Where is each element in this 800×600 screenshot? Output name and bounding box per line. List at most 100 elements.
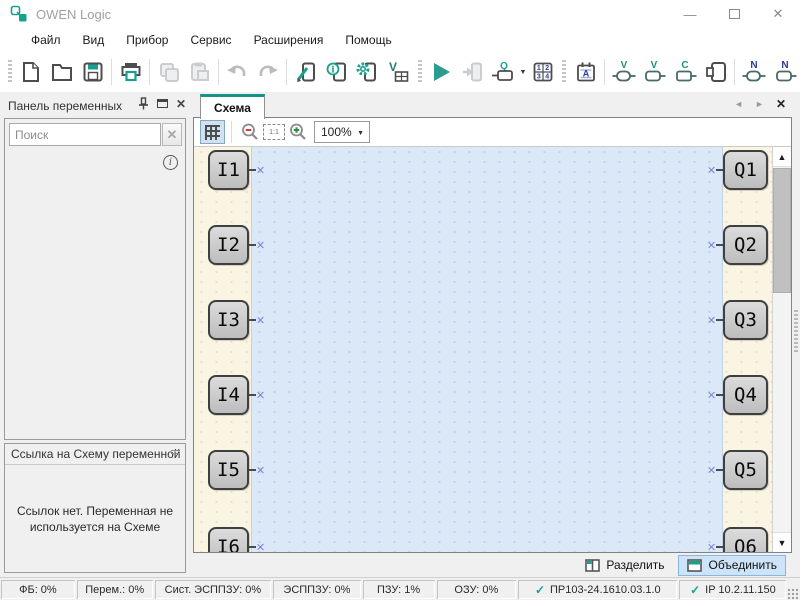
pin-wire[interactable] — [716, 469, 723, 471]
output-block-Q6[interactable]: Q6 — [723, 527, 768, 552]
schematic-pane: Схема ◄ ► ✕ — [193, 92, 800, 577]
undo-button[interactable] — [222, 56, 253, 88]
scroll-up-button[interactable]: ▲ — [773, 147, 791, 167]
pin-icon[interactable] — [138, 97, 149, 110]
pin-wire[interactable] — [716, 169, 723, 171]
zoom-fit-button[interactable]: 1:1 — [262, 120, 286, 144]
output-block-button[interactable]: Q ▼ — [487, 56, 527, 88]
tab-scroll-left-icon[interactable]: ◄ — [734, 99, 743, 109]
digits-table-button[interactable]: 1 2 3 4 — [528, 56, 559, 88]
unconnected-pin-icon[interactable] — [256, 241, 264, 249]
pin-wire[interactable] — [716, 319, 723, 321]
input-block-I2[interactable]: I2 — [208, 225, 249, 265]
scroll-down-button[interactable]: ▼ — [773, 532, 791, 552]
pin-wire[interactable] — [716, 546, 723, 548]
unconnected-pin-icon[interactable] — [256, 316, 264, 324]
upload-device-button[interactable] — [456, 56, 487, 88]
constant-c-button[interactable]: C — [670, 56, 701, 88]
new-file-button[interactable] — [16, 56, 47, 88]
input-block-I4[interactable]: I4 — [208, 375, 249, 415]
input-block-I6[interactable]: I6 — [208, 527, 249, 552]
unconnected-pin-icon[interactable] — [256, 391, 264, 399]
paste-button[interactable] — [184, 56, 215, 88]
menu-file[interactable]: Файл — [20, 30, 72, 50]
output-block-Q2[interactable]: Q2 — [723, 225, 768, 265]
redo-button[interactable] — [253, 56, 284, 88]
device-output-button[interactable] — [701, 56, 732, 88]
info-icon[interactable]: i — [163, 155, 178, 170]
toolbar-grip[interactable] — [562, 60, 566, 84]
splitter-grip[interactable] — [794, 310, 798, 352]
print-button[interactable] — [115, 56, 146, 88]
output-block-Q4[interactable]: Q4 — [723, 375, 768, 415]
run-simulation-button[interactable] — [426, 56, 457, 88]
zoom-out-button[interactable] — [238, 120, 262, 144]
close-button[interactable]: ✕ — [756, 0, 800, 28]
merge-view-button[interactable]: Объединить — [678, 555, 786, 576]
menu-view[interactable]: Вид — [72, 30, 116, 50]
zoom-in-button[interactable] — [286, 120, 310, 144]
pin-wire[interactable] — [716, 244, 723, 246]
toggle-grid-button[interactable] — [200, 120, 225, 144]
pin-wire[interactable] — [249, 546, 256, 548]
calendar-button[interactable]: A — [570, 56, 601, 88]
unconnected-pin-icon[interactable] — [707, 241, 715, 249]
close-panel-icon[interactable]: ✕ — [176, 98, 186, 110]
tab-scroll-right-icon[interactable]: ► — [755, 99, 764, 109]
device-info-button[interactable]: i — [321, 56, 352, 88]
resize-grip[interactable] — [787, 588, 799, 600]
collapse-icon[interactable] — [171, 450, 180, 455]
minimize-button[interactable]: — — [668, 0, 712, 28]
save-button[interactable] — [78, 56, 109, 88]
scrollbar-thumb[interactable] — [773, 168, 791, 293]
menu-service[interactable]: Сервис — [179, 30, 242, 50]
schematic-grid-area[interactable] — [251, 147, 723, 552]
input-block-I5[interactable]: I5 — [208, 450, 249, 490]
pin-wire[interactable] — [249, 394, 256, 396]
search-input[interactable] — [9, 123, 161, 146]
tab-schema[interactable]: Схема — [200, 94, 265, 119]
input-n-button[interactable]: N — [738, 56, 769, 88]
menu-extensions[interactable]: Расширения — [243, 30, 335, 50]
unconnected-pin-icon[interactable] — [707, 391, 715, 399]
toolbar-grip[interactable] — [418, 60, 422, 84]
unconnected-pin-icon[interactable] — [256, 466, 264, 474]
vertical-scrollbar[interactable]: ▲ ▼ — [772, 147, 791, 552]
tab-close-icon[interactable]: ✕ — [776, 97, 786, 111]
maximize-button[interactable] — [712, 0, 756, 28]
input-block-I3[interactable]: I3 — [208, 300, 249, 340]
clear-search-button[interactable]: ✕ — [162, 123, 182, 146]
schematic-canvas[interactable]: I1 I2 I3 I4 I5 I6 — [194, 147, 772, 552]
unconnected-pin-icon[interactable] — [707, 166, 715, 174]
input-block-I1[interactable]: I1 — [208, 150, 249, 190]
split-view-button[interactable]: Разделить — [577, 555, 672, 576]
device-info-icon: i — [325, 60, 349, 84]
pin-wire[interactable] — [249, 319, 256, 321]
maximize-panel-icon[interactable] — [157, 99, 168, 108]
variables-table-button[interactable]: V — [383, 56, 414, 88]
pin-wire[interactable] — [249, 244, 256, 246]
unconnected-pin-icon[interactable] — [256, 543, 264, 551]
pin-wire[interactable] — [249, 469, 256, 471]
unconnected-pin-icon[interactable] — [707, 466, 715, 474]
edit-device-button[interactable] — [290, 56, 321, 88]
output-v-button[interactable]: V — [639, 56, 670, 88]
menu-help[interactable]: Помощь — [334, 30, 402, 50]
pin-wire[interactable] — [716, 394, 723, 396]
menu-device[interactable]: Прибор — [115, 30, 179, 50]
zoom-level-select[interactable]: 100% ▼ — [314, 121, 370, 143]
open-button[interactable] — [47, 56, 78, 88]
toolbar-grip[interactable] — [8, 60, 12, 84]
unconnected-pin-icon[interactable] — [707, 543, 715, 551]
output-n-button[interactable]: N — [769, 56, 800, 88]
unconnected-pin-icon[interactable] — [707, 316, 715, 324]
output-block-Q3[interactable]: Q3 — [723, 300, 768, 340]
pin-wire[interactable] — [249, 169, 256, 171]
unconnected-pin-icon[interactable] — [256, 166, 264, 174]
output-block-Q5[interactable]: Q5 — [723, 450, 768, 490]
input-v-button[interactable]: V — [608, 56, 639, 88]
output-block-Q1[interactable]: Q1 — [723, 150, 768, 190]
device-settings-button[interactable] — [352, 56, 383, 88]
window-title: OWEN Logic — [36, 7, 111, 22]
copy-button[interactable] — [153, 56, 184, 88]
